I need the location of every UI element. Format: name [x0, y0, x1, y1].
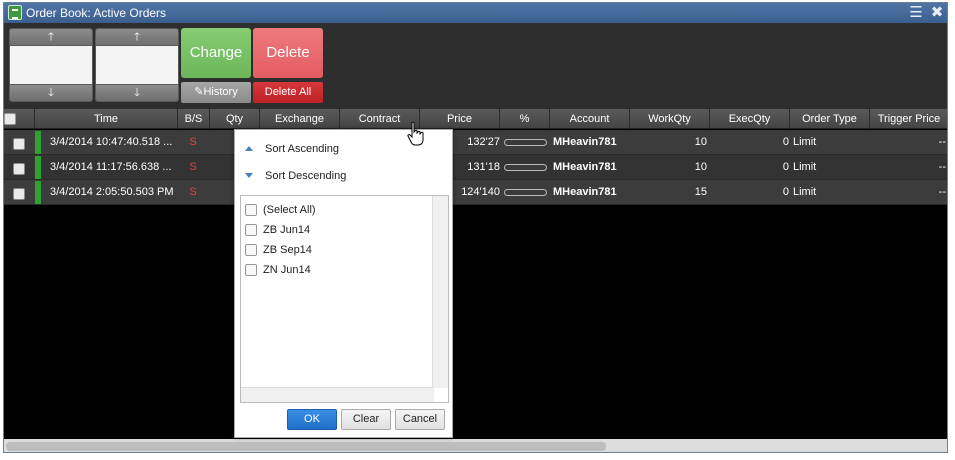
scrollbar-thumb[interactable] — [6, 442, 606, 451]
spinner-1: 🡑 🡓 — [9, 28, 93, 102]
spinner-1-field[interactable] — [9, 46, 93, 84]
cell-bs: S — [189, 161, 197, 173]
sort-descending-icon — [245, 173, 253, 178]
row-checkbox[interactable] — [13, 188, 25, 200]
column-header-execqty[interactable]: ExecQty — [710, 109, 790, 129]
column-header-account[interactable]: Account — [550, 109, 630, 129]
percent-bar — [504, 164, 547, 171]
column-header-order-type[interactable]: Order Type — [790, 109, 870, 129]
cell-trigger-price: -- — [938, 136, 946, 148]
arrow-down-icon[interactable]: 🡓 — [9, 84, 93, 102]
spinner-2-field[interactable] — [95, 46, 179, 84]
cell-time: 3/4/2014 2:05:50.503 PM — [50, 186, 174, 198]
filter-item-label: ZN Jun14 — [263, 264, 311, 276]
filter-checkbox[interactable] — [245, 264, 257, 276]
close-icon[interactable]: ✖ — [929, 5, 945, 21]
clear-button[interactable]: Clear — [341, 409, 391, 430]
cell-execqty: 0 — [782, 161, 789, 173]
column-header-exchange[interactable]: Exchange — [260, 109, 340, 129]
cell-account: MHeavin781 — [553, 136, 617, 148]
column-header-bs[interactable]: B/S — [178, 109, 210, 129]
filter-item-label: ZB Jun14 — [263, 224, 311, 236]
filter-checkbox[interactable] — [245, 244, 257, 256]
cell-bs: S — [189, 136, 197, 148]
active-marker — [35, 156, 41, 179]
spinner-2: 🡑 🡓 — [95, 28, 179, 102]
change-button[interactable]: Change — [181, 28, 251, 78]
cell-workqty: 15 — [694, 186, 707, 198]
filter-checkbox[interactable] — [245, 224, 257, 236]
horizontal-scrollbar[interactable] — [4, 439, 947, 452]
select-all-checkbox[interactable] — [4, 113, 16, 125]
active-marker — [35, 181, 41, 204]
filter-value-list: (Select All) ZB Jun14 ZB Sep14 ZN Jun14 — [240, 195, 449, 403]
column-header-percent[interactable]: % — [500, 109, 550, 129]
history-label: History — [203, 86, 238, 98]
cell-trigger-price: -- — [938, 186, 946, 198]
cell-execqty: 0 — [782, 136, 789, 148]
filter-checkbox[interactable] — [245, 204, 257, 216]
filter-item-label: (Select All) — [263, 204, 316, 216]
column-filter-popup: Sort Ascending Sort Descending (Select A… — [234, 129, 453, 438]
cell-workqty: 10 — [694, 161, 707, 173]
cell-time: 3/4/2014 11:17:56.638 ... — [50, 161, 172, 173]
table-row[interactable]: 3/4/2014 11:17:56.638 ... S 131'18 MHeav… — [4, 155, 947, 180]
cell-order-type: Limit — [793, 161, 817, 173]
app-icon — [8, 5, 22, 20]
cell-account: MHeavin781 — [553, 186, 617, 198]
table-row[interactable]: 3/4/2014 10:47:40.518 ... S 132'27 MHeav… — [4, 130, 947, 155]
column-header-qty[interactable]: Qty — [210, 109, 260, 129]
order-book-window: Order Book: Active Orders ☰ ✖ 🡑 🡓 🡑 🡓 Ch… — [3, 2, 948, 453]
cell-account: MHeavin781 — [553, 161, 617, 173]
column-header-time[interactable]: Time — [35, 109, 178, 129]
sort-descending-item[interactable]: Sort Descending — [245, 167, 445, 185]
active-marker — [35, 131, 41, 154]
list-icon[interactable]: ☰ — [908, 5, 924, 21]
ok-button[interactable]: OK — [287, 409, 337, 430]
arrow-up-icon[interactable]: 🡑 — [9, 28, 93, 46]
column-header-price[interactable]: Price — [420, 109, 500, 129]
arrow-down-icon[interactable]: 🡓 — [95, 84, 179, 102]
cell-bs: S — [189, 186, 197, 198]
delete-button[interactable]: Delete — [253, 28, 323, 78]
toolbar: 🡑 🡓 🡑 🡓 Change Delete ✎History Delete Al… — [4, 23, 947, 109]
hand-cursor-icon — [407, 121, 424, 146]
percent-bar — [504, 189, 547, 196]
cell-order-type: Limit — [793, 186, 817, 198]
column-header-workqty[interactable]: WorkQty — [630, 109, 710, 129]
sort-ascending-label: Sort Ascending — [265, 143, 339, 155]
row-checkbox[interactable] — [13, 163, 25, 175]
filter-item-label: ZB Sep14 — [263, 244, 312, 256]
title-bar: Order Book: Active Orders ☰ ✖ — [4, 3, 947, 23]
delete-all-button[interactable]: Delete All — [253, 82, 323, 103]
cell-workqty: 10 — [694, 136, 707, 148]
cell-trigger-price: -- — [938, 161, 946, 173]
filter-horizontal-scrollbar[interactable] — [241, 387, 434, 402]
cell-execqty: 0 — [782, 186, 789, 198]
cancel-button[interactable]: Cancel — [395, 409, 445, 430]
percent-bar — [504, 139, 547, 146]
grid-header: Time B/S Qty Exchange Contract Price % A… — [4, 109, 947, 129]
cell-time: 3/4/2014 10:47:40.518 ... — [50, 136, 173, 148]
table-row[interactable]: 3/4/2014 2:05:50.503 PM S 124'140 MHeavi… — [4, 180, 947, 205]
arrow-up-icon[interactable]: 🡑 — [95, 28, 179, 46]
history-button[interactable]: ✎History — [181, 82, 251, 103]
sort-ascending-icon — [245, 146, 253, 151]
cell-order-type: Limit — [793, 136, 817, 148]
window-title: Order Book: Active Orders — [26, 6, 167, 20]
sort-descending-label: Sort Descending — [265, 170, 347, 182]
filter-vertical-scrollbar[interactable] — [432, 196, 448, 388]
column-header-trigger-price[interactable]: Trigger Price — [870, 109, 947, 129]
header-select-all[interactable] — [4, 109, 35, 129]
row-checkbox[interactable] — [13, 138, 25, 150]
